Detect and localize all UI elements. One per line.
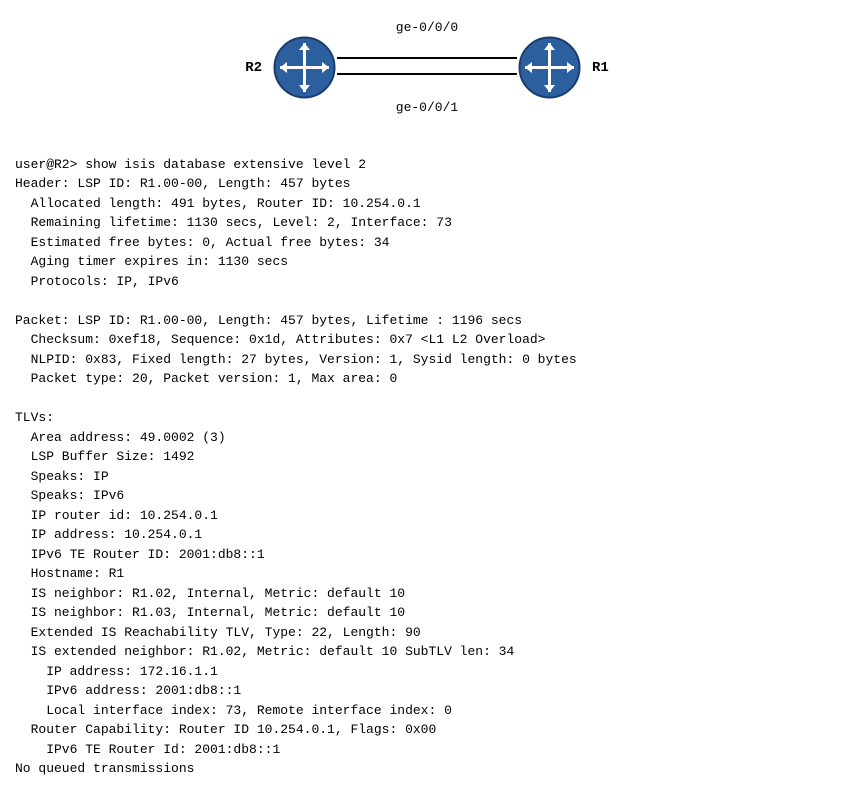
network-diagram: ge-0/0/0 R2 — [10, 10, 844, 125]
terminal-output: user@R2> show isis database extensive le… — [10, 135, 844, 779]
link-line-top — [337, 57, 517, 59]
terminal-line: Area address: 49.0002 (3) — [15, 428, 839, 448]
terminal-line: Speaks: IP — [15, 467, 839, 487]
router-r1-icon — [517, 35, 582, 100]
terminal-line: Extended IS Reachability TLV, Type: 22, … — [15, 623, 839, 643]
terminal-line: Remaining lifetime: 1130 secs, Level: 2,… — [15, 213, 839, 233]
terminal-line: IS neighbor: R1.03, Internal, Metric: de… — [15, 603, 839, 623]
link-line-bottom — [337, 73, 517, 75]
terminal-line: NLPID: 0x83, Fixed length: 27 bytes, Ver… — [15, 350, 839, 370]
router-r2-label: R2 — [245, 60, 262, 76]
terminal-line: IP router id: 10.254.0.1 — [15, 506, 839, 526]
terminal-line: IP address: 10.254.0.1 — [15, 525, 839, 545]
terminal-line: No queued transmissions — [15, 759, 839, 779]
terminal-line: Aging timer expires in: 1130 secs — [15, 252, 839, 272]
router-r1: R1 — [517, 35, 609, 100]
terminal-line: Speaks: IPv6 — [15, 486, 839, 506]
terminal-line: IS extended neighbor: R1.02, Metric: def… — [15, 642, 839, 662]
link-top-label: ge-0/0/0 — [396, 20, 458, 35]
terminal-line: Header: LSP ID: R1.00-00, Length: 457 by… — [15, 174, 839, 194]
terminal-line: user@R2> show isis database extensive le… — [15, 155, 839, 175]
terminal-line — [15, 389, 839, 409]
terminal-line: Router Capability: Router ID 10.254.0.1,… — [15, 720, 839, 740]
terminal-line: IPv6 address: 2001:db8::1 — [15, 681, 839, 701]
terminal-line: Hostname: R1 — [15, 564, 839, 584]
router-r1-label: R1 — [592, 60, 609, 76]
terminal-line: Estimated free bytes: 0, Actual free byt… — [15, 233, 839, 253]
terminal-line: Allocated length: 491 bytes, Router ID: … — [15, 194, 839, 214]
terminal-line: Local interface index: 73, Remote interf… — [15, 701, 839, 721]
terminal-line: IPv6 TE Router ID: 2001:db8::1 — [15, 545, 839, 565]
terminal-line: LSP Buffer Size: 1492 — [15, 447, 839, 467]
terminal-line: Protocols: IP, IPv6 — [15, 272, 839, 292]
router-r2: R2 — [245, 35, 337, 100]
terminal-line — [15, 291, 839, 311]
terminal-line: IPv6 TE Router Id: 2001:db8::1 — [15, 740, 839, 760]
terminal-line: Packet: LSP ID: R1.00-00, Length: 457 by… — [15, 311, 839, 331]
terminal-line: TLVs: — [15, 408, 839, 428]
terminal-line: Checksum: 0xef18, Sequence: 0x1d, Attrib… — [15, 330, 839, 350]
terminal-line: Packet type: 20, Packet version: 1, Max … — [15, 369, 839, 389]
terminal-line: IS neighbor: R1.02, Internal, Metric: de… — [15, 584, 839, 604]
terminal-line: IP address: 172.16.1.1 — [15, 662, 839, 682]
router-r2-icon — [272, 35, 337, 100]
link-bottom-label: ge-0/0/1 — [396, 100, 458, 115]
